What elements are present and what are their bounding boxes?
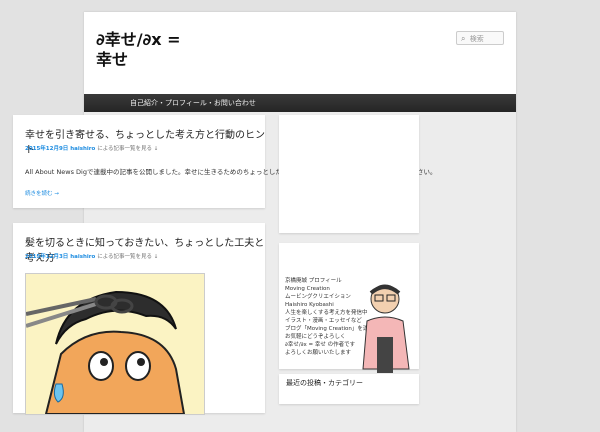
post-card: 幸せを引き寄せる、ちょっとした考え方と行動のヒント 2015年12月9日 hai… xyxy=(13,115,436,208)
search-input[interactable]: ⌕ 検索 xyxy=(456,31,504,45)
post-author-link-text[interactable]: による記事一覧を見る ↓ xyxy=(97,146,158,152)
post-date[interactable]: 2015年12月9日 xyxy=(25,146,68,152)
site-title-line2[interactable]: 幸せ xyxy=(96,50,216,70)
profile-widget: 京橋廃城 プロフィール Moving Creation ムービングクリエイション… xyxy=(279,243,419,373)
post-author[interactable]: haishiro xyxy=(70,254,95,260)
read-more-link[interactable]: 続きを読む → xyxy=(25,189,59,197)
post-meta: 2015年12月3日 haishiro による記事一覧を見る ↓ xyxy=(25,252,158,260)
post-author[interactable]: haishiro xyxy=(70,146,95,152)
post-thumbnail-illustration[interactable] xyxy=(25,273,205,415)
post-author-link-text[interactable]: による記事一覧を見る ↓ xyxy=(97,254,158,260)
nav-item-profile[interactable]: 自己紹介・プロフィール・お問い合わせ xyxy=(130,94,256,112)
search-icon: ⌕ xyxy=(461,34,466,43)
search-placeholder: 検索 xyxy=(469,35,484,43)
author-avatar[interactable] xyxy=(359,277,415,377)
site-title-line1[interactable]: ∂幸せ/∂x = xyxy=(96,30,216,50)
post-date[interactable]: 2015年12月3日 xyxy=(25,254,68,260)
site-title[interactable]: ∂幸せ/∂x = 幸せ xyxy=(96,30,216,70)
post-excerpt: All About News Digで連載中の記事を公開しました。幸せに生きるた… xyxy=(25,168,437,176)
widget-title: 最近の投稿・カテゴリー xyxy=(286,379,363,387)
sidebar-ad-widget xyxy=(279,115,419,233)
post-card: 髪を切るときに知っておきたい、ちょっとした工夫と考え方 2015年12月3日 h… xyxy=(13,223,265,415)
post-meta: 2015年12月9日 haishiro による記事一覧を見る ↓ xyxy=(25,144,158,152)
haircut-illustration xyxy=(26,274,204,414)
main-nav: 自己紹介・プロフィール・お問い合わせ xyxy=(84,94,516,112)
